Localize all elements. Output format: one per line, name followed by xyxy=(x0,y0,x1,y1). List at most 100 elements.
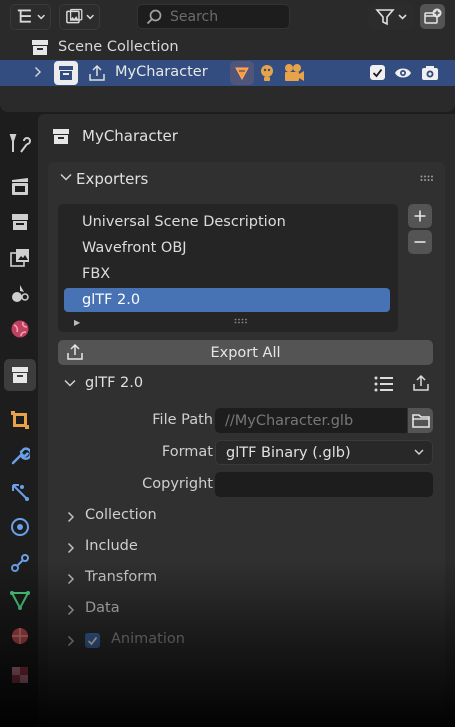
animation-label: Animation xyxy=(111,631,185,647)
object-icon xyxy=(11,411,29,429)
display-mode-icon xyxy=(66,8,83,24)
chevron-down-icon xyxy=(60,173,72,181)
list-item[interactable]: Wavefront OBJ xyxy=(64,236,390,260)
new-collection-icon xyxy=(423,8,441,24)
drag-grip-icon[interactable] xyxy=(420,175,434,182)
export-icon[interactable] xyxy=(412,374,430,392)
export-icon xyxy=(67,343,83,360)
chevron-right-icon xyxy=(67,542,75,554)
export-all-label: Export All xyxy=(210,344,281,361)
tab-texture[interactable] xyxy=(4,659,36,691)
scene-collection-icon xyxy=(32,40,48,55)
tab-scene[interactable] xyxy=(4,277,36,309)
chevron-right-icon xyxy=(67,573,75,585)
tab-data[interactable] xyxy=(4,584,36,616)
collection-icon xyxy=(53,129,69,144)
collection-icon xyxy=(54,61,78,85)
tab-output[interactable] xyxy=(4,206,36,238)
checkmark-icon xyxy=(372,68,383,77)
chevron-right-icon xyxy=(67,511,75,523)
subpanel-label: Transform xyxy=(85,569,158,585)
exclude-checkbox[interactable] xyxy=(370,65,385,80)
presets-list-icon[interactable] xyxy=(374,375,394,393)
scene-collection-row[interactable]: Scene Collection xyxy=(0,36,455,60)
tab-collection[interactable] xyxy=(4,359,36,391)
list-item-label: glTF 2.0 xyxy=(82,292,141,308)
file-path-row: File Path //MyCharacter.glb xyxy=(48,408,445,434)
material-icon xyxy=(12,628,28,644)
remove-exporter-button[interactable] xyxy=(408,230,432,254)
filter-options-toggle-icon[interactable]: ▶ xyxy=(74,318,80,327)
collection-subpanel-header[interactable]: Collection xyxy=(48,502,445,530)
plus-icon xyxy=(414,210,426,222)
scene-icon xyxy=(12,285,29,302)
chevron-right-icon[interactable] xyxy=(34,66,42,78)
exporters-panel-title: Exporters xyxy=(76,170,149,188)
subpanel-label: Data xyxy=(85,600,120,616)
copyright-field[interactable] xyxy=(215,472,433,497)
eye-icon[interactable] xyxy=(394,66,412,80)
export-all-button[interactable]: Export All xyxy=(58,340,433,365)
tab-constraints[interactable] xyxy=(4,547,36,579)
subpanel-label: Collection xyxy=(85,507,157,523)
filter-dropdown[interactable] xyxy=(368,4,414,30)
tab-render[interactable] xyxy=(4,171,36,203)
tab-object[interactable] xyxy=(4,404,36,436)
object-name-label: MyCharacter xyxy=(115,64,208,80)
browse-folder-button[interactable] xyxy=(408,408,433,433)
chevron-down-icon xyxy=(398,14,407,20)
camera-icon[interactable] xyxy=(283,63,305,83)
format-value: glTF Binary (.glb) xyxy=(226,444,351,461)
scene-collection-label: Scene Collection xyxy=(58,39,179,55)
file-path-field[interactable]: //MyCharacter.glb xyxy=(215,408,407,433)
copyright-label: Copyright xyxy=(142,476,213,492)
search-input[interactable]: Search xyxy=(137,4,290,29)
animation-checkbox[interactable] xyxy=(85,633,100,648)
tab-tool[interactable] xyxy=(4,127,36,159)
outliner-toolbar: Search xyxy=(0,0,455,34)
list-item-label: FBX xyxy=(82,266,111,282)
outliner-editor-icon xyxy=(17,9,31,23)
chevron-down-icon xyxy=(414,449,424,456)
display-mode-dropdown[interactable] xyxy=(59,4,100,30)
animation-subpanel-header[interactable]: Animation xyxy=(48,626,445,654)
exporter-icon xyxy=(89,64,105,81)
chevron-down-icon xyxy=(86,14,94,20)
exporters-panel-header[interactable]: Exporters xyxy=(48,162,445,196)
light-bulb-icon[interactable] xyxy=(259,64,275,83)
format-dropdown[interactable]: glTF Binary (.glb) xyxy=(215,440,433,465)
list-resize-grip-icon[interactable] xyxy=(234,318,248,324)
filter-icon xyxy=(375,9,395,26)
gltf-subpanel-header[interactable]: glTF 2.0 xyxy=(58,370,433,398)
tab-material[interactable] xyxy=(4,620,36,652)
mesh-filter-icon[interactable] xyxy=(230,61,254,85)
outliner-row-mycharacter[interactable]: MyCharacter xyxy=(0,60,455,86)
tab-view-layer[interactable] xyxy=(4,242,36,274)
copyright-row: Copyright xyxy=(48,472,445,498)
tab-modifiers[interactable] xyxy=(4,440,36,472)
list-item-label: Universal Scene Description xyxy=(82,214,286,230)
render-camera-icon[interactable] xyxy=(421,65,439,81)
tab-world[interactable] xyxy=(4,313,36,345)
physics-icon xyxy=(11,518,29,536)
constraints-icon xyxy=(11,554,29,572)
properties-tab-bar xyxy=(0,114,38,727)
tab-physics[interactable] xyxy=(4,511,36,543)
transform-subpanel-header[interactable]: Transform xyxy=(48,564,445,592)
format-row: Format glTF Binary (.glb) xyxy=(48,440,445,466)
add-exporter-button[interactable] xyxy=(408,204,432,228)
new-collection-button[interactable] xyxy=(420,4,445,29)
wrench-icon xyxy=(11,447,30,465)
list-item[interactable]: FBX xyxy=(64,262,390,286)
checkmark-icon xyxy=(87,636,98,645)
search-placeholder: Search xyxy=(170,8,219,25)
view-layer-icon xyxy=(10,249,29,267)
gltf-subpanel-title: glTF 2.0 xyxy=(85,375,144,391)
list-item-selected[interactable]: glTF 2.0 xyxy=(64,288,390,312)
editor-type-dropdown[interactable] xyxy=(10,4,51,30)
list-item[interactable]: Universal Scene Description xyxy=(64,210,390,234)
include-subpanel-header[interactable]: Include xyxy=(48,533,445,561)
tab-particles[interactable] xyxy=(4,476,36,508)
data-subpanel-header[interactable]: Data xyxy=(48,595,445,623)
properties-context-header: MyCharacter xyxy=(38,114,455,156)
